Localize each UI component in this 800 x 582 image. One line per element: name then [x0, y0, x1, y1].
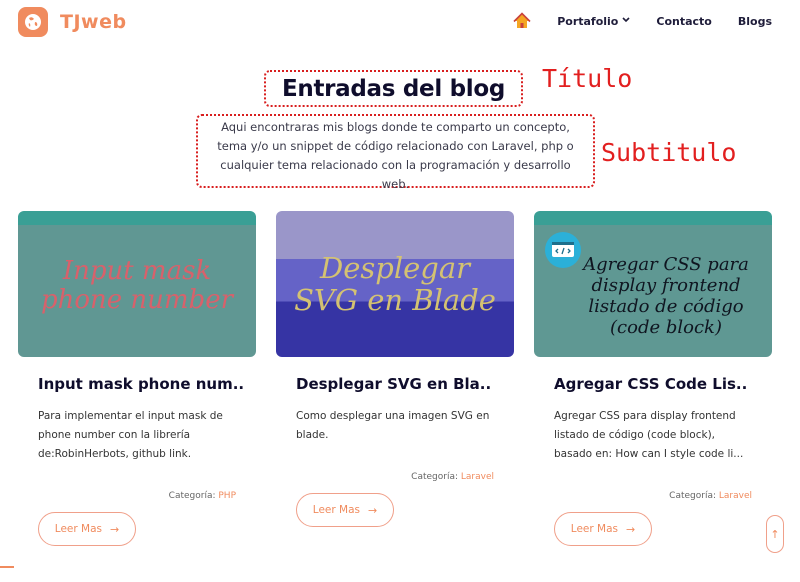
scroll-top-button[interactable]: ↑: [766, 515, 784, 553]
read-more-button[interactable]: Leer Mas →: [296, 493, 394, 527]
home-icon[interactable]: [513, 12, 531, 30]
card-category: Categoría: Laravel: [669, 491, 752, 501]
category-label: Categoría:: [168, 491, 216, 501]
blog-card: Desplegar SVG en Blade Desplegar SVG en …: [276, 211, 514, 527]
card-image[interactable]: Desplegar SVG en Blade: [276, 211, 514, 357]
read-more-label: Leer Mas: [312, 504, 360, 516]
card-description: Para implementar el input mask de phone …: [38, 410, 223, 460]
subtitle-annotation-box: Aqui encontraras mis blogs donde te comp…: [196, 114, 595, 191]
read-more-label: Leer Mas: [570, 523, 618, 535]
blog-card: Agregar CSS para display frontend listad…: [534, 211, 772, 546]
globe-logo-icon: [18, 7, 48, 37]
card-category: Categoría: Laravel: [411, 472, 494, 482]
brand-name: TJweb: [60, 11, 127, 33]
card-description: Agregar CSS para display frontend listad…: [554, 410, 744, 460]
page-subtitle: Aqui encontraras mis blogs donde te comp…: [217, 120, 574, 191]
read-more-label: Leer Mas: [54, 523, 102, 535]
card-image-text: Input mask phone number: [40, 256, 234, 315]
card-image-text: Desplegar SVG en Blade: [294, 251, 496, 317]
card-description: Como desplegar una imagen SVG en blade.: [296, 410, 490, 441]
category-label: Categoría:: [411, 472, 459, 482]
blog-card: Input mask phone number Input mask phone…: [18, 211, 256, 546]
chevron-down-icon: [622, 16, 630, 26]
card-title[interactable]: Input mask phone num..: [38, 375, 244, 393]
category-label: Categoría:: [669, 491, 717, 501]
nav-contact[interactable]: Contacto: [656, 15, 711, 28]
category-value[interactable]: Laravel: [719, 491, 752, 501]
subtitle-annotation-label: Subtitulo: [601, 138, 737, 167]
nav-blogs[interactable]: Blogs: [738, 15, 772, 28]
category-value[interactable]: Laravel: [461, 472, 494, 482]
card-image[interactable]: Input mask phone number: [18, 211, 256, 357]
card-title[interactable]: Desplegar SVG en Bla..: [296, 375, 491, 393]
title-annotation-box: Entradas del blog: [264, 70, 523, 107]
nav-portfolio-label: Portafolio: [557, 14, 619, 28]
page-title: Entradas del blog: [281, 75, 506, 102]
read-more-button[interactable]: Leer Mas →: [38, 512, 136, 546]
corner-decoration: [0, 566, 14, 582]
arrow-right-icon: →: [626, 522, 636, 536]
title-annotation-label: Título: [542, 64, 633, 93]
arrow-right-icon: →: [368, 503, 378, 517]
arrow-right-icon: →: [110, 522, 120, 536]
card-category: Categoría: PHP: [169, 491, 236, 501]
arrow-up-icon: ↑: [770, 527, 780, 541]
category-value[interactable]: PHP: [218, 491, 236, 501]
brand-logo[interactable]: TJweb: [18, 7, 127, 37]
code-window-icon: [544, 231, 582, 273]
nav-portfolio[interactable]: Portafolio: [557, 15, 630, 28]
site-header: TJweb Portafolio Contacto Blogs: [0, 0, 800, 44]
main-nav: Portafolio Contacto Blogs: [513, 12, 772, 30]
card-image[interactable]: Agregar CSS para display frontend listad…: [534, 211, 772, 357]
read-more-button[interactable]: Leer Mas →: [554, 512, 652, 546]
card-title[interactable]: Agregar CSS Code Lis..: [554, 375, 747, 393]
